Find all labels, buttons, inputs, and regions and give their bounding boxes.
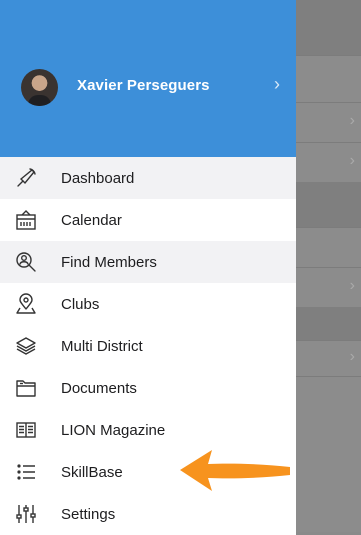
background-row: › (296, 340, 361, 377)
menu-item-label: Dashboard (61, 169, 135, 187)
profile-header[interactable]: Xavier Perseguers › (0, 0, 296, 157)
background-row: › (296, 142, 361, 183)
menu-item-find-members[interactable]: Find Members (0, 241, 296, 283)
menu-item-label: Multi District (61, 337, 143, 355)
location-pin-icon (15, 293, 37, 315)
menu-item-dashboard[interactable]: Dashboard (0, 157, 296, 199)
dimmed-background[interactable]: › › › › (296, 0, 361, 532)
menu-item-label: Documents (61, 379, 137, 397)
menu-item-label: Find Members (61, 253, 157, 271)
background-row (296, 182, 361, 228)
background-row: › (296, 102, 361, 143)
chevron-right-icon: › (274, 74, 280, 94)
menu-item-label: Settings (61, 505, 116, 523)
book-icon (15, 419, 37, 441)
background-row (296, 307, 361, 341)
menu-item-multi-district[interactable]: Multi District (0, 325, 296, 367)
menu-item-clubs[interactable]: Clubs (0, 283, 296, 325)
chevron-right-icon: › (349, 277, 355, 294)
find-members-icon (15, 251, 37, 273)
profile-name: Xavier Perseguers (77, 77, 210, 94)
list-icon (15, 461, 37, 483)
menu-item-label: SkillBase (61, 463, 123, 481)
chevron-right-icon: › (349, 152, 355, 169)
menu-item-lion-magazine[interactable]: LION Magazine (0, 409, 296, 451)
menu-item-settings[interactable]: Settings (0, 493, 296, 535)
background-row (296, 55, 361, 103)
background-row (296, 0, 361, 56)
background-row (296, 227, 361, 268)
chevron-right-icon: › (349, 348, 355, 365)
menu-item-label: LION Magazine (61, 421, 166, 439)
avatar (21, 69, 58, 106)
menu-item-label: Clubs (61, 295, 100, 313)
dashboard-icon (15, 167, 37, 189)
chevron-right-icon: › (349, 112, 355, 129)
layers-icon (15, 335, 37, 357)
settings-sliders-icon (15, 503, 37, 525)
folder-icon (15, 377, 37, 399)
background-row: › (296, 267, 361, 308)
calendar-icon (15, 209, 37, 231)
annotation-arrow-icon (178, 447, 293, 493)
menu-item-documents[interactable]: Documents (0, 367, 296, 409)
menu-item-calendar[interactable]: Calendar (0, 199, 296, 241)
menu-item-label: Calendar (61, 211, 122, 229)
